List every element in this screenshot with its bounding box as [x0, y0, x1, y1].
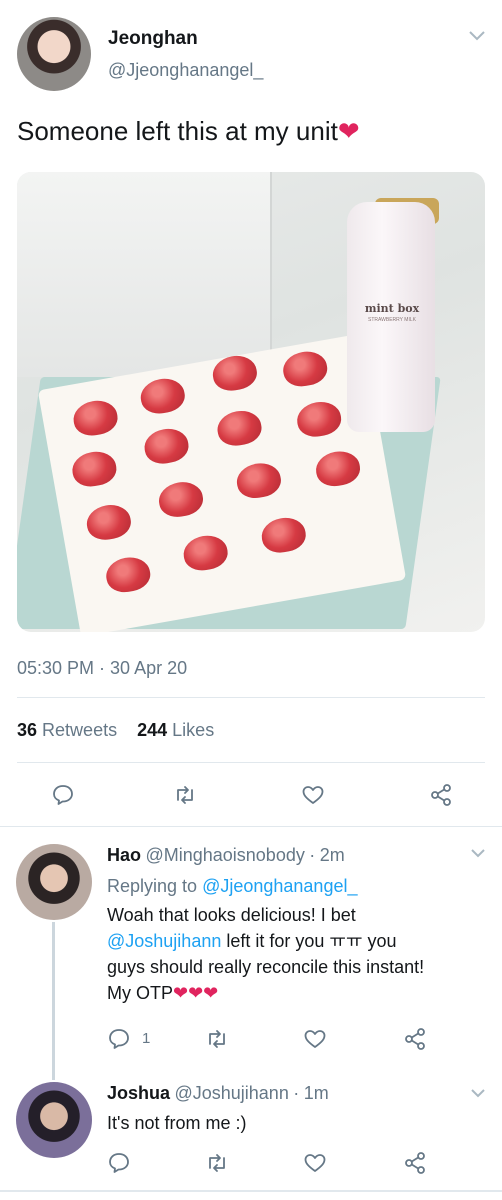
- likes-stat[interactable]: 244 Likes: [137, 720, 214, 740]
- heart-icon[interactable]: [298, 780, 328, 810]
- strawberry: [180, 532, 231, 574]
- strawberry: [70, 397, 121, 439]
- reply-avatar[interactable]: [16, 1082, 92, 1158]
- replying-to-handle[interactable]: @Jjeonghanangel_: [202, 876, 357, 896]
- share-icon[interactable]: [426, 780, 456, 810]
- strawberry: [234, 459, 284, 502]
- heart-emoji: ❤❤❤: [173, 983, 219, 1003]
- heart-icon[interactable]: [300, 1148, 330, 1178]
- box-lid: [17, 172, 272, 377]
- author-name[interactable]: Jeonghan: [108, 28, 198, 50]
- reply-author-handle[interactable]: @Minghaoisnobody: [145, 845, 304, 865]
- tweet-timestamp[interactable]: 05:30 PM · 30 Apr 20: [17, 658, 187, 679]
- retweets-stat[interactable]: 36 Retweets: [17, 720, 117, 740]
- divider: [17, 697, 485, 698]
- reply-header: Joshua @Joshujihann · 1m: [107, 1083, 329, 1104]
- reply-text: Woah that looks delicious! I bet @Joshuj…: [107, 902, 424, 1006]
- reply-author-name[interactable]: Hao: [107, 845, 141, 865]
- section-divider: [0, 826, 502, 827]
- bottle-label: mint box: [364, 302, 420, 315]
- tweet-text: Someone left this at my unit❤: [17, 116, 360, 147]
- reply-text-line: @Joshujihann left it for you ㅠㅠ you: [107, 928, 424, 954]
- reply-icon[interactable]: [104, 1024, 134, 1054]
- strawberry: [214, 407, 265, 449]
- reply-author-name[interactable]: Joshua: [107, 1083, 170, 1103]
- reply-icon[interactable]: [104, 1148, 134, 1178]
- reply-text-line: guys should really reconcile this instan…: [107, 957, 425, 977]
- bottle-sublabel: STRAWBERRY MILK: [368, 317, 416, 323]
- bottom-divider: [0, 1190, 502, 1192]
- retweet-icon[interactable]: [202, 1024, 232, 1054]
- chevron-down-icon[interactable]: [470, 846, 486, 864]
- retweet-icon[interactable]: [170, 780, 200, 810]
- reply-text-fragment: My OTP: [107, 983, 173, 1003]
- thread-line: [52, 922, 55, 1080]
- strawberry: [294, 398, 344, 440]
- retweets-count: 36: [17, 720, 38, 740]
- reply-avatar[interactable]: [16, 844, 92, 920]
- chevron-down-icon[interactable]: [468, 26, 486, 47]
- strawberry: [138, 375, 188, 417]
- reply-icon[interactable]: [48, 780, 78, 810]
- strawberry: [103, 554, 153, 596]
- author-handle[interactable]: @Jjeonghanangel_: [108, 60, 263, 81]
- likes-count: 244: [137, 720, 168, 740]
- replying-to-label: Replying to: [107, 876, 198, 896]
- separator-dot: ·: [309, 845, 316, 865]
- strawberry: [84, 501, 134, 543]
- divider: [17, 762, 485, 763]
- strawberry: [313, 448, 363, 490]
- strawberry: [141, 425, 192, 467]
- reply-count: 1: [142, 1030, 151, 1047]
- strawberry: [156, 478, 206, 520]
- separator-dot: ·: [293, 1083, 300, 1103]
- reply-text-line: Woah that looks delicious! I bet: [107, 905, 356, 925]
- chevron-down-icon[interactable]: [470, 1086, 486, 1104]
- reply-time: 1m: [303, 1083, 329, 1103]
- strawberry: [210, 352, 260, 394]
- heart-emoji: ❤: [337, 116, 360, 146]
- reply-text-line: My OTP❤❤❤: [107, 980, 424, 1006]
- mention-link[interactable]: @Joshujihann: [107, 931, 221, 951]
- reply-text-fragment: left it for you ㅠㅠ you: [221, 931, 397, 951]
- share-icon[interactable]: [400, 1024, 430, 1054]
- strawberry: [259, 514, 309, 556]
- heart-icon[interactable]: [300, 1024, 330, 1054]
- tweet-body: Someone left this at my unit: [17, 116, 338, 146]
- strawberry: [69, 448, 119, 490]
- likes-label: Likes: [172, 720, 215, 740]
- tweet-stats: 36 Retweets 244 Likes: [17, 720, 214, 741]
- tweet-photo[interactable]: mint box STRAWBERRY MILK: [17, 172, 485, 632]
- reply-author-handle[interactable]: @Joshujihann: [174, 1083, 288, 1103]
- retweet-icon[interactable]: [202, 1148, 232, 1178]
- replying-to: Replying to @Jjeonghanangel_: [107, 873, 357, 899]
- share-icon[interactable]: [400, 1148, 430, 1178]
- strawberry: [280, 348, 330, 390]
- reply-time: 2m: [319, 845, 345, 865]
- retweets-label: Retweets: [42, 720, 118, 740]
- reply-header: Hao @Minghaoisnobody · 2m: [107, 845, 345, 866]
- author-avatar[interactable]: [17, 17, 91, 91]
- reply-text: It's not from me :): [107, 1113, 247, 1133]
